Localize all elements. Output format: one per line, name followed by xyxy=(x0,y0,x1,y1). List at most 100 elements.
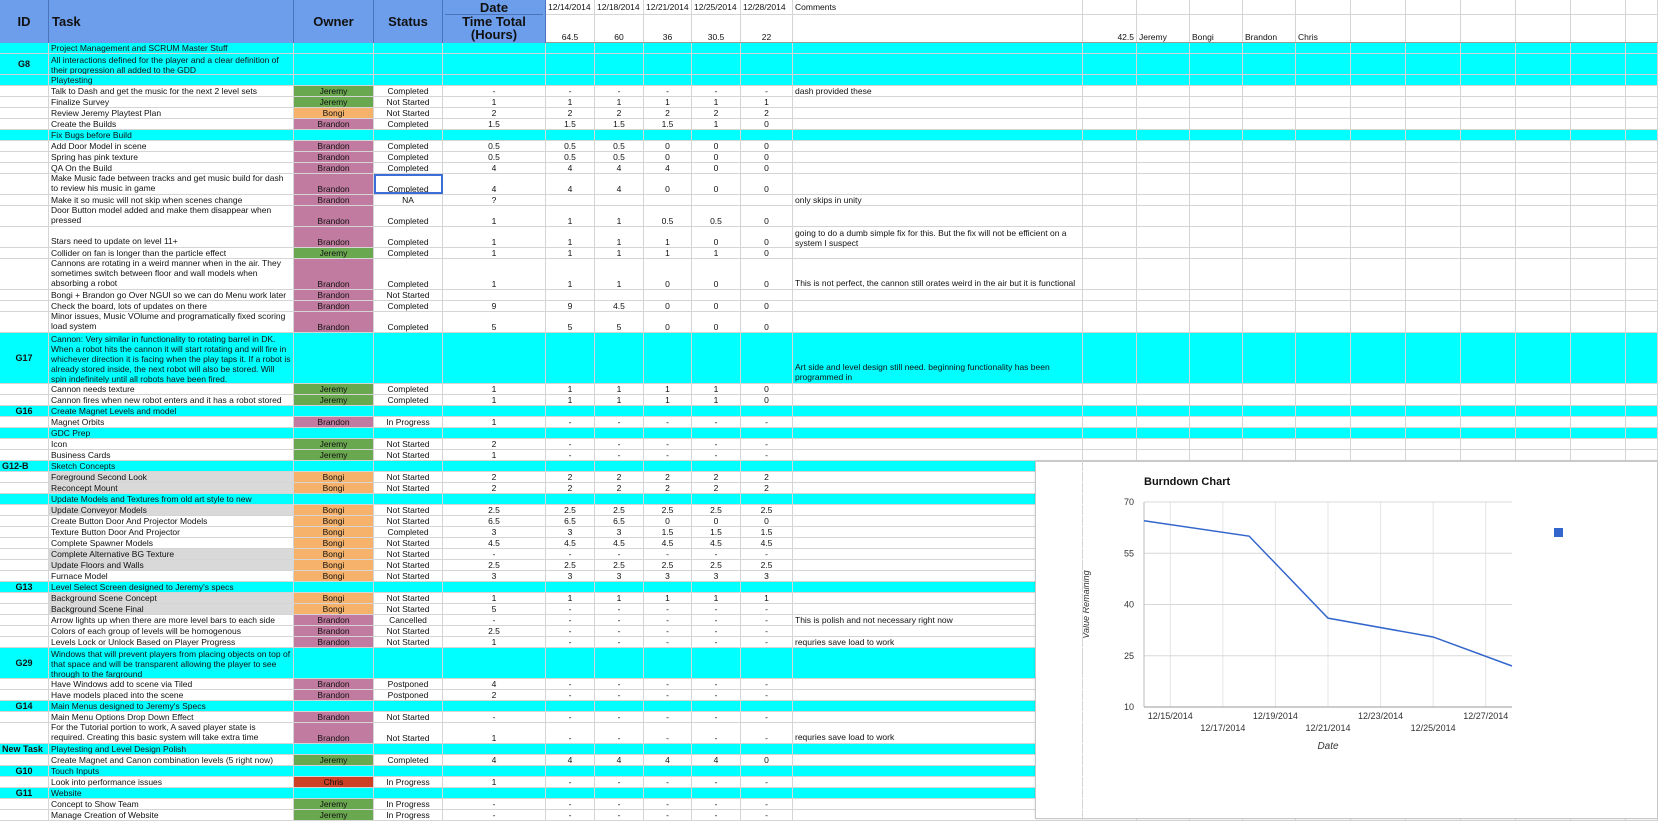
empty-cell[interactable] xyxy=(1626,43,1658,53)
task-name[interactable]: Colors of each group of levels will be h… xyxy=(49,626,294,636)
empty-cell[interactable] xyxy=(1406,119,1461,129)
empty-cell[interactable] xyxy=(1351,43,1406,53)
date-value-cell[interactable] xyxy=(644,494,692,504)
time-total-cell[interactable]: 0.5 xyxy=(443,141,546,151)
date-value-cell[interactable] xyxy=(741,766,793,776)
time-total-cell[interactable]: 1 xyxy=(443,777,546,787)
date-value-cell[interactable]: - xyxy=(692,679,741,689)
date-value-cell[interactable]: 2.5 xyxy=(595,560,644,570)
date-value-cell[interactable] xyxy=(595,428,644,438)
task-name[interactable]: Door Button model added and make them di… xyxy=(49,206,294,226)
empty-cell[interactable] xyxy=(1351,130,1406,140)
status-cell[interactable]: Not Started xyxy=(374,560,443,570)
task-id[interactable] xyxy=(0,505,49,515)
empty-cell[interactable] xyxy=(1083,406,1137,416)
date-value-cell[interactable]: - xyxy=(644,417,692,427)
owner-cell[interactable] xyxy=(294,461,374,471)
empty-cell[interactable] xyxy=(1351,206,1406,226)
empty-cell[interactable] xyxy=(1083,86,1137,96)
empty-cell[interactable] xyxy=(1137,312,1190,332)
status-cell[interactable] xyxy=(374,54,443,74)
date-value-cell[interactable]: 2 xyxy=(644,483,692,493)
time-total-cell[interactable]: 3 xyxy=(443,571,546,581)
comment-cell[interactable]: This is polish and not necessary right n… xyxy=(793,615,1083,625)
owner-cell[interactable]: Bongi xyxy=(294,505,374,515)
comment-cell[interactable] xyxy=(793,152,1083,162)
empty-cell[interactable] xyxy=(1406,312,1461,332)
task-row[interactable]: Collider on fan is longer than the parti… xyxy=(0,248,1658,259)
comment-cell[interactable] xyxy=(793,777,1083,787)
time-total-cell[interactable] xyxy=(443,290,546,300)
empty-cell[interactable] xyxy=(1351,395,1406,405)
time-total-cell[interactable]: - xyxy=(443,615,546,625)
section-title[interactable]: Windows that will prevent players from p… xyxy=(49,648,294,678)
status-cell[interactable] xyxy=(374,333,443,383)
date-value-cell[interactable]: 3 xyxy=(595,571,644,581)
empty-cell[interactable] xyxy=(1296,119,1351,129)
empty-cell[interactable] xyxy=(1296,439,1351,449)
empty-cell[interactable] xyxy=(1626,195,1658,205)
empty-cell[interactable] xyxy=(1137,395,1190,405)
task-name[interactable]: Cannon needs texture xyxy=(49,384,294,394)
empty-cell[interactable] xyxy=(1571,450,1626,460)
empty-cell[interactable] xyxy=(1351,384,1406,394)
owner-cell[interactable]: Brandon xyxy=(294,195,374,205)
section-row[interactable]: G8 All interactions defined for the playe… xyxy=(0,54,1658,75)
task-name[interactable]: Background Scene Concept xyxy=(49,593,294,603)
time-total-cell[interactable]: 5 xyxy=(443,312,546,332)
date-value-cell[interactable]: 0 xyxy=(741,174,793,194)
comment-cell[interactable] xyxy=(793,428,1083,438)
task-name[interactable]: Have models placed into the scene xyxy=(49,690,294,700)
section-row[interactable]: Project Management and SCRUM Master Stuf… xyxy=(0,43,1658,54)
time-total-cell[interactable] xyxy=(443,43,546,53)
status-cell[interactable] xyxy=(374,701,443,711)
empty-cell[interactable] xyxy=(1461,75,1516,85)
empty-cell[interactable] xyxy=(1296,333,1351,383)
date-value-cell[interactable]: 0 xyxy=(692,301,741,311)
time-total-cell[interactable]: 2 xyxy=(443,108,546,118)
task-id[interactable]: G10 xyxy=(0,766,49,776)
date-value-cell[interactable]: 4 xyxy=(546,174,595,194)
empty-cell[interactable] xyxy=(1571,54,1626,74)
empty-cell[interactable] xyxy=(1516,406,1571,416)
empty-cell[interactable] xyxy=(1243,248,1296,258)
date-value-cell[interactable]: 2 xyxy=(692,472,741,482)
owner-cell[interactable] xyxy=(294,75,374,85)
task-id[interactable] xyxy=(0,428,49,438)
comment-cell[interactable]: This is not perfect, the cannon still or… xyxy=(793,259,1083,289)
task-id[interactable] xyxy=(0,290,49,300)
empty-cell[interactable] xyxy=(1571,119,1626,129)
date-value-cell[interactable] xyxy=(644,195,692,205)
empty-cell[interactable] xyxy=(1626,439,1658,449)
date-value-cell[interactable]: 0 xyxy=(692,516,741,526)
date-value-cell[interactable]: 4 xyxy=(595,174,644,194)
empty-cell[interactable] xyxy=(1243,75,1296,85)
date-value-cell[interactable] xyxy=(741,43,793,53)
date-value-cell[interactable]: 0 xyxy=(692,312,741,332)
empty-cell[interactable] xyxy=(1351,97,1406,107)
date-value-cell[interactable]: 1 xyxy=(546,259,595,289)
time-total-cell[interactable]: 3 xyxy=(443,527,546,537)
status-cell[interactable] xyxy=(374,406,443,416)
task-name[interactable]: Update Conveyor Models xyxy=(49,505,294,515)
date-value-cell[interactable]: - xyxy=(644,439,692,449)
empty-cell[interactable] xyxy=(1190,141,1243,151)
task-id[interactable] xyxy=(0,248,49,258)
date-value-cell[interactable]: - xyxy=(546,679,595,689)
comment-cell[interactable]: only skips in unity xyxy=(793,195,1083,205)
empty-cell[interactable] xyxy=(1083,312,1137,332)
date-value-cell[interactable]: - xyxy=(546,712,595,722)
time-total-cell[interactable]: - xyxy=(443,712,546,722)
date-value-cell[interactable]: 2 xyxy=(546,472,595,482)
date-value-cell[interactable]: - xyxy=(546,450,595,460)
empty-cell[interactable] xyxy=(1626,108,1658,118)
date-value-cell[interactable]: - xyxy=(741,777,793,787)
empty-cell[interactable] xyxy=(1571,86,1626,96)
empty-cell[interactable] xyxy=(1190,406,1243,416)
empty-cell[interactable] xyxy=(1243,152,1296,162)
owner-cell[interactable] xyxy=(294,130,374,140)
date-value-cell[interactable]: 0 xyxy=(692,227,741,247)
empty-cell[interactable] xyxy=(1137,195,1190,205)
empty-cell[interactable] xyxy=(1296,417,1351,427)
date-value-cell[interactable]: - xyxy=(595,679,644,689)
